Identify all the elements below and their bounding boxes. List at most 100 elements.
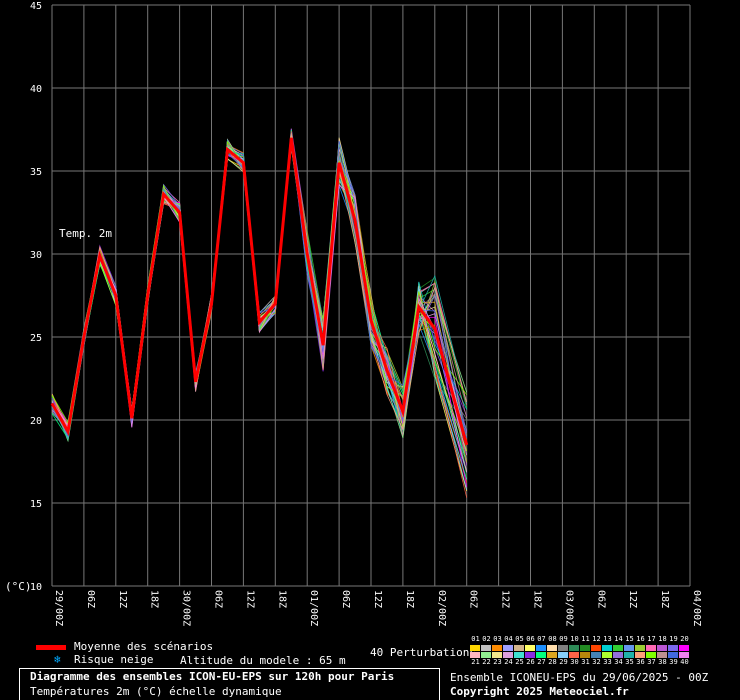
mean-legend-swatch: [36, 645, 66, 650]
x-tick-label: 04/00Z: [691, 590, 702, 626]
chart-subtitle: Températures 2m (°C) échelle dynamique: [30, 685, 282, 698]
x-tick-label: 18Z: [149, 590, 160, 608]
x-tick-label: 18Z: [532, 590, 543, 608]
perturbation-number: 18: [658, 635, 667, 643]
y-tick-label: 20: [30, 416, 42, 427]
perturbation-swatch: [679, 652, 689, 658]
perturbation-number: 08: [548, 635, 557, 643]
perturbation-swatch: [470, 652, 480, 658]
perturbation-number: 26: [526, 658, 535, 666]
y-tick-label: 15: [30, 499, 42, 510]
perturbation-swatch: [481, 652, 491, 658]
perturbation-swatch: [525, 645, 535, 651]
perturbation-number: 07: [537, 635, 546, 643]
mean-line-group: [50, 137, 469, 446]
x-tick-label: 03/00Z: [563, 590, 574, 626]
mean-line: [50, 137, 469, 446]
perturbation-number: 12: [592, 635, 601, 643]
perturbation-number: 37: [647, 658, 656, 666]
perturbation-number: 11: [581, 635, 590, 643]
x-tick-label: 02/00Z: [436, 590, 447, 626]
perturbation-number: 32: [592, 658, 601, 666]
perturbation-number: 38: [658, 658, 667, 666]
perturbation-swatch: [470, 645, 480, 651]
perturbation-number: 01: [471, 635, 480, 643]
perturbation-number: 21: [471, 658, 480, 666]
series-annotation: Temp. 2m: [59, 227, 112, 240]
x-tick-label: 18Z: [276, 590, 287, 608]
perturbation-swatch: [558, 645, 568, 651]
copyright-label: Copyright 2025 Meteociel.fr: [450, 685, 629, 698]
perturbation-number: 40: [680, 658, 689, 666]
x-tick-label: 30/00Z: [181, 590, 192, 626]
perturbation-number: 23: [493, 658, 502, 666]
perturbation-number: 34: [614, 658, 623, 666]
perturbation-swatch: [679, 645, 689, 651]
x-tick-label: 29/00Z: [53, 590, 64, 626]
perturbation-swatch: [635, 645, 645, 651]
perturbation-swatch: [525, 652, 535, 658]
x-tick-label: 06Z: [85, 590, 96, 608]
perturbations-label: 40 Perturbations: [370, 646, 476, 659]
perturbation-number: 10: [570, 635, 579, 643]
perturbation-swatch: [547, 645, 557, 651]
x-tick-label: 12Z: [117, 590, 128, 608]
y-tick-label: 10: [30, 582, 42, 593]
y-axis-ticks: 10 15 20 25 30 35 40 45: [30, 1, 42, 593]
perturbation-swatch: [668, 645, 678, 651]
perturbation-swatch: [547, 652, 557, 658]
x-tick-label: 12Z: [244, 590, 255, 608]
perturbation-number: 15: [625, 635, 634, 643]
snowflake-icon: ❄: [54, 653, 61, 666]
snow-legend-label: Risque neige: [74, 653, 154, 666]
y-tick-label: 30: [30, 250, 42, 261]
perturbation-swatch: [613, 645, 623, 651]
perturbation-swatch: [657, 652, 667, 658]
perturbation-number: 05: [515, 635, 524, 643]
x-tick-label: 12Z: [500, 590, 511, 608]
perturbation-swatch: [536, 645, 546, 651]
perturbation-swatch: [591, 652, 601, 658]
x-tick-label: 06Z: [595, 590, 606, 608]
perturbation-swatch: [624, 652, 634, 658]
perturbation-swatch: [668, 652, 678, 658]
perturbation-number: 17: [647, 635, 656, 643]
altitude-label: Altitude du modele : 65 m: [180, 654, 346, 667]
perturbation-swatch: [602, 652, 612, 658]
perturbation-number: 20: [680, 635, 689, 643]
perturbation-swatch: [591, 645, 601, 651]
perturbation-number: 30: [570, 658, 579, 666]
perturbation-swatch: [580, 652, 590, 658]
x-tick-label: 06Z: [340, 590, 351, 608]
x-tick-label: 01/00Z: [308, 590, 319, 626]
perturbation-swatch: [646, 652, 656, 658]
perturbation-swatch: [602, 645, 612, 651]
perturbation-swatch: [514, 645, 524, 651]
x-tick-label: 06Z: [468, 590, 479, 608]
mean-legend-label: Moyenne des scénarios: [74, 640, 214, 653]
perturbation-swatch: [503, 652, 513, 658]
perturbation-number: 28: [548, 658, 557, 666]
y-tick-label: 35: [30, 167, 42, 178]
perturbation-number: 16: [636, 635, 645, 643]
perturbation-swatch: [635, 652, 645, 658]
chart-title: Diagramme des ensembles ICON-EU-EPS sur …: [30, 670, 395, 683]
perturbation-swatch: [657, 645, 667, 651]
perturbation-number: 27: [537, 658, 546, 666]
perturbation-number: 13: [603, 635, 612, 643]
x-tick-label: 06Z: [213, 590, 224, 608]
perturbation-number: 14: [614, 635, 623, 643]
perturbation-number: 22: [482, 658, 491, 666]
perturbation-number: 31: [581, 658, 590, 666]
perturbation-number: 36: [636, 658, 645, 666]
perturbation-swatch: [580, 645, 590, 651]
perturbation-number: 35: [625, 658, 634, 666]
y-tick-label: 45: [30, 1, 42, 12]
y-tick-label: 25: [30, 333, 42, 344]
x-tick-label: 18Z: [659, 590, 670, 608]
perturbation-number: 04: [504, 635, 513, 643]
perturbation-number: 03: [493, 635, 502, 643]
x-tick-label: 12Z: [372, 590, 383, 608]
perturbation-swatch: [613, 652, 623, 658]
y-tick-label: 40: [30, 84, 42, 95]
